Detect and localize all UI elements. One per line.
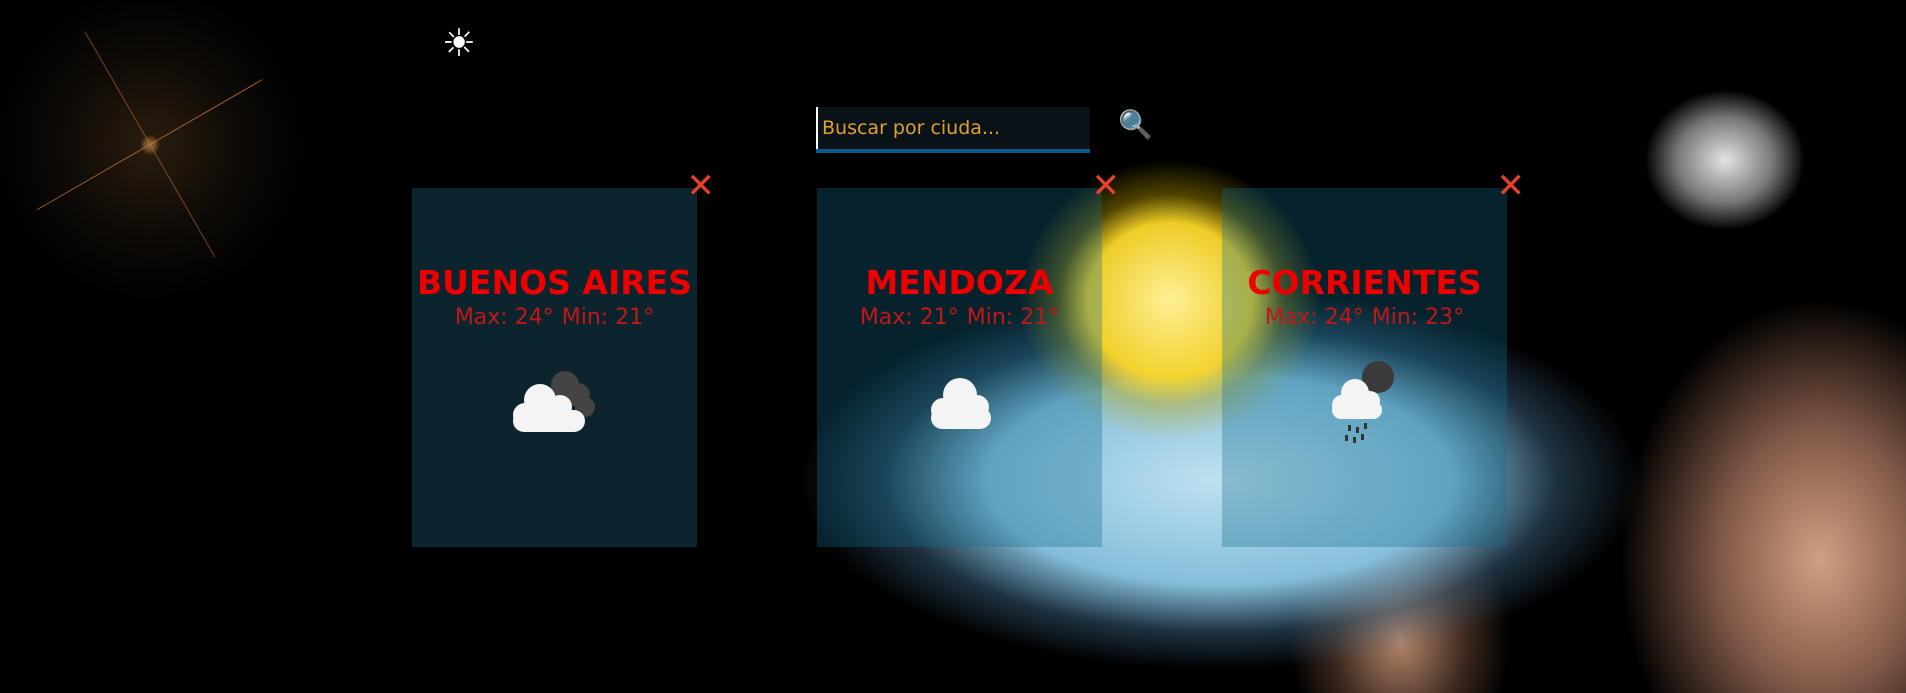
min-temp: Min: 21° [966, 305, 1060, 330]
city-card: ✕ BUENOS AIRES Max: 24° Min: 21° [412, 168, 715, 547]
city-name: BUENOS AIRES [417, 263, 692, 302]
sun-icon[interactable]: ☀ [442, 22, 476, 64]
min-temp: Min: 21° [561, 305, 655, 330]
max-temp: Max: 24° [454, 305, 554, 330]
magnifier-icon: 🔍 [1118, 108, 1153, 141]
close-icon[interactable]: ✕ [687, 168, 716, 204]
city-name: CORRIENTES [1247, 263, 1482, 302]
close-icon[interactable]: ✕ [1497, 168, 1526, 204]
temperatures: Max: 21° Min: 21° [817, 305, 1102, 331]
min-temp: Min: 23° [1371, 305, 1465, 330]
city-card: ✕ MENDOZA Max: 21° Min: 21° [817, 168, 1120, 547]
max-temp: Max: 21° [859, 305, 959, 330]
close-icon[interactable]: ✕ [1092, 168, 1121, 204]
rain-night-icon [1222, 355, 1507, 445]
umbrella-icon[interactable]: ☔ [380, 22, 414, 64]
city-name: MENDOZA [865, 263, 1054, 302]
city-card: ✕ CORRIENTES Max: 24° Min: 23° [1222, 168, 1525, 547]
temperatures: Max: 24° Min: 23° [1222, 305, 1507, 331]
search-box [816, 107, 1090, 153]
cloudy-icon [412, 355, 697, 445]
search-input[interactable] [816, 107, 1090, 149]
cloud-icon [817, 355, 1102, 445]
temperatures: Max: 24° Min: 21° [412, 305, 697, 331]
max-temp: Max: 24° [1264, 305, 1364, 330]
search-button[interactable]: 🔍 [1118, 108, 1153, 141]
